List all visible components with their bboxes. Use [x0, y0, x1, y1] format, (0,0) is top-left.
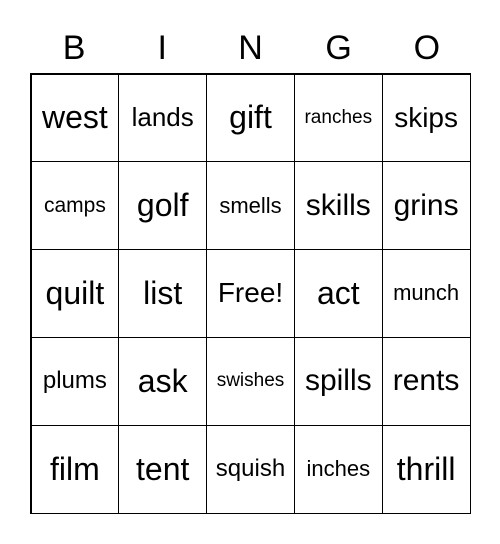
bingo-grid: west lands gift ranches skips camps golf smells…: [30, 73, 471, 514]
header-letter: G: [325, 29, 352, 67]
bingo-cell[interactable]: rents: [381, 336, 471, 426]
bingo-cell[interactable]: film: [30, 424, 120, 514]
bingo-cell[interactable]: inches: [293, 424, 383, 514]
bingo-cell[interactable]: squish: [206, 424, 295, 514]
bingo-cell[interactable]: swishes: [206, 336, 295, 426]
bingo-cell[interactable]: list: [118, 249, 208, 338]
bingo-cell[interactable]: thrill: [381, 424, 471, 514]
bingo-cell[interactable]: smells: [206, 161, 295, 251]
bingo-cell[interactable]: munch: [381, 249, 471, 338]
header-letter: B: [62, 29, 86, 67]
bingo-cell[interactable]: grins: [381, 161, 471, 251]
bingo-cell[interactable]: tent: [118, 424, 208, 514]
bingo-cell[interactable]: golf: [118, 161, 208, 251]
bingo-cell[interactable]: quilt: [30, 249, 120, 338]
bingo-cell[interactable]: camps: [30, 161, 120, 251]
header-letter: N: [238, 29, 263, 67]
bingo-cell[interactable]: ranches: [293, 73, 383, 163]
header-letter: O: [413, 29, 441, 67]
bingo-cell[interactable]: act: [293, 249, 383, 338]
bingo-header: BINGO: [30, 28, 471, 68]
free-space-cell[interactable]: Free!: [206, 249, 295, 338]
bingo-cell[interactable]: skills: [293, 161, 383, 251]
bingo-cell[interactable]: lands: [118, 73, 208, 163]
bingo-cell[interactable]: plums: [30, 336, 120, 426]
bingo-cell[interactable]: west: [30, 73, 120, 163]
header-letter: I: [157, 29, 167, 67]
bingo-cell[interactable]: skips: [381, 73, 471, 163]
bingo-cell[interactable]: ask: [118, 336, 208, 426]
bingo-cell[interactable]: spills: [293, 336, 383, 426]
bingo-cell[interactable]: gift: [206, 73, 295, 163]
